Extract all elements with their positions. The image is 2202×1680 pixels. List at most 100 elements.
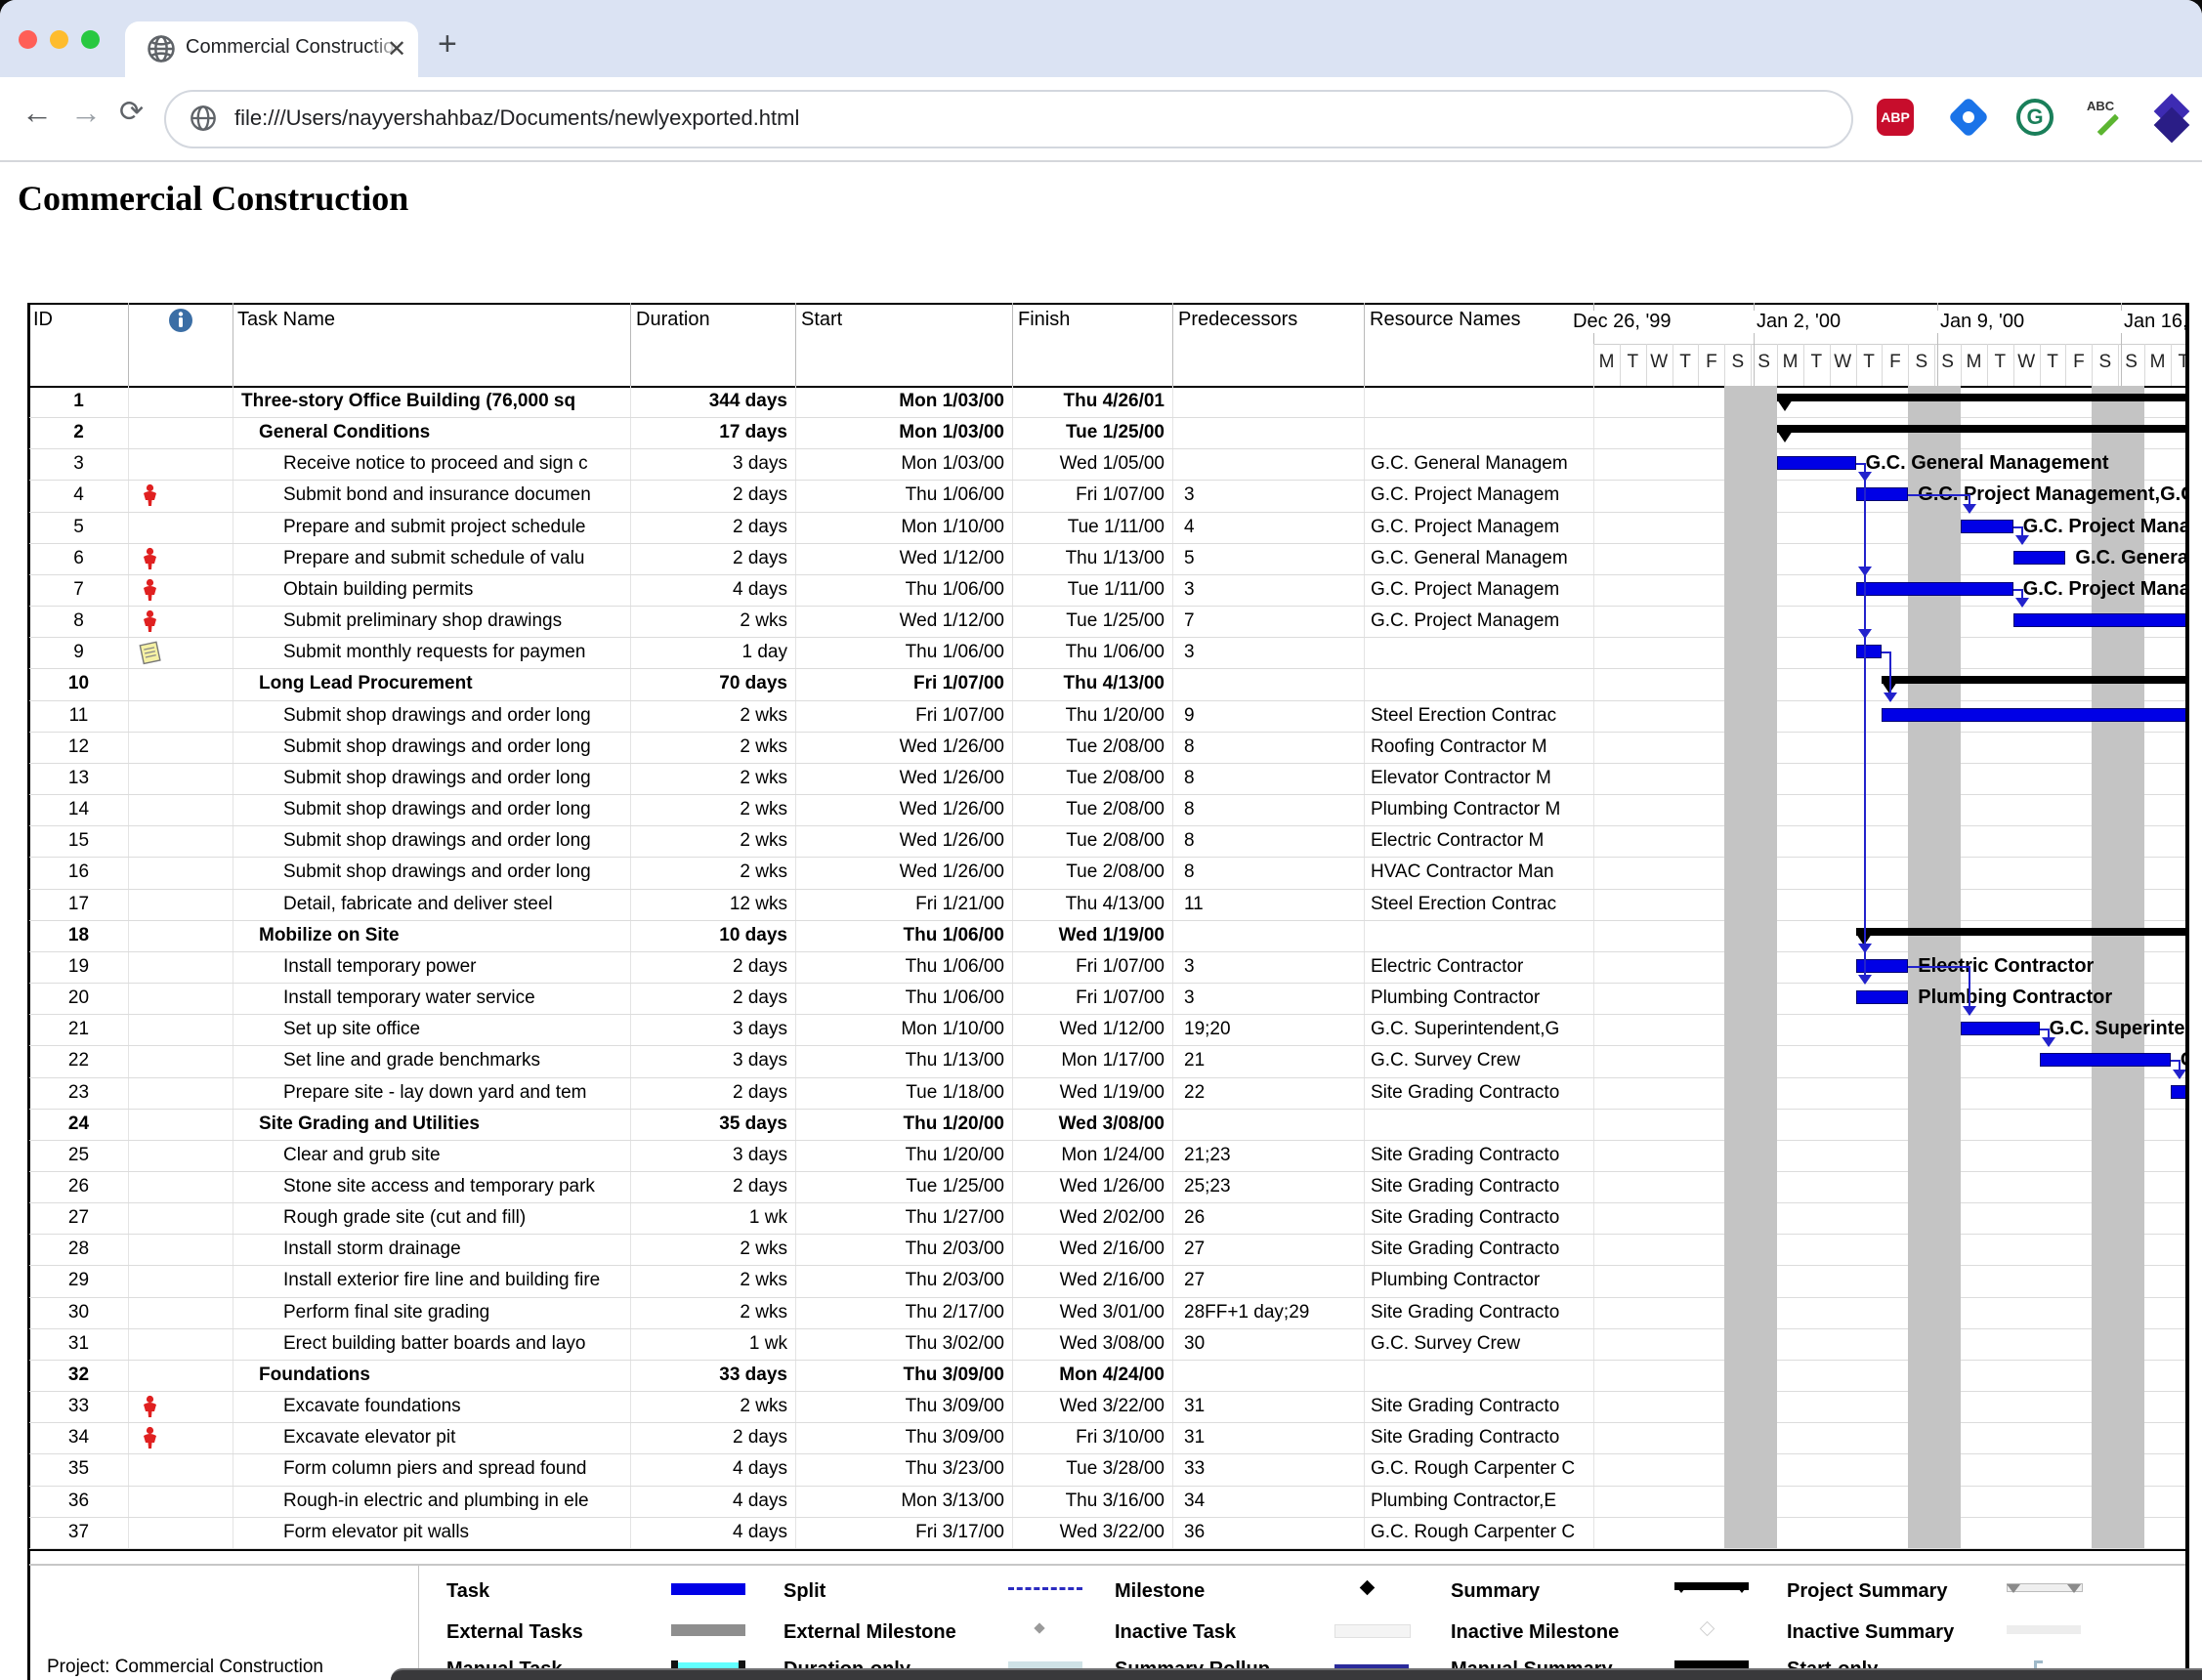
task-name: Receive notice to proceed and sign c <box>283 453 626 475</box>
resource-person-icon <box>142 609 158 633</box>
task-duration: 2 days <box>630 517 787 538</box>
day-letter: F <box>1882 352 1908 373</box>
task-bar[interactable] <box>1777 456 1856 470</box>
gantt-bar-label: G.C. General Management <box>2075 547 2185 569</box>
forward-icon[interactable]: → <box>70 95 102 131</box>
summary-start-triangle <box>1777 399 1793 411</box>
task-predecessors: 3 <box>1184 484 1362 506</box>
link-line <box>2171 1060 2179 1062</box>
task-predecessors: 25;23 <box>1184 1176 1362 1197</box>
back-icon[interactable]: ← <box>21 95 53 131</box>
url-text[interactable]: file:///Users/nayyershahbaz/Documents/ne… <box>234 105 799 131</box>
task-finish: Wed 2/02/00 <box>1012 1207 1165 1229</box>
task-id: 32 <box>29 1365 128 1386</box>
task-finish: Fri 3/10/00 <box>1012 1427 1165 1449</box>
reload-icon[interactable]: ⟳ <box>119 95 144 129</box>
task-bar[interactable] <box>1882 708 2185 722</box>
task-name: Install exterior fire line and building … <box>283 1270 626 1291</box>
legend-top-border <box>29 1564 2185 1566</box>
task-finish: Thu 3/16/00 <box>1012 1491 1165 1512</box>
legend-label-task: Task <box>446 1580 489 1603</box>
tab-close-icon[interactable]: ✕ <box>387 35 406 63</box>
link-line <box>2013 589 2021 591</box>
task-resources: Steel Erection Contrac <box>1371 705 1592 727</box>
week-label: Jan 2, '00 <box>1754 311 1843 333</box>
task-bar[interactable] <box>1856 645 1883 658</box>
task-duration: 4 days <box>630 1491 787 1512</box>
resource-person-icon <box>142 578 158 602</box>
task-start: Wed 1/12/00 <box>795 610 1004 632</box>
spellcheck-icon[interactable]: ABC <box>2087 99 2126 138</box>
task-start: Thu 2/17/00 <box>795 1302 1004 1323</box>
link-arrow-icon <box>1963 504 1976 514</box>
task-name: Stone site access and temporary park <box>283 1176 626 1197</box>
task-bar[interactable] <box>2013 551 2066 565</box>
column-separator <box>1172 303 1173 386</box>
legend-divider <box>418 1564 419 1680</box>
task-id: 4 <box>29 484 128 506</box>
note-icon <box>137 640 162 665</box>
task-start: Thu 1/20/00 <box>795 1145 1004 1166</box>
task-start: Wed 1/26/00 <box>795 799 1004 820</box>
task-duration: 2 wks <box>630 1302 787 1323</box>
task-id: 25 <box>29 1145 128 1166</box>
task-bar[interactable] <box>2171 1085 2185 1099</box>
zoom-window-button[interactable] <box>81 30 100 49</box>
task-id: 19 <box>29 956 128 978</box>
url-bar[interactable]: file:///Users/nayyershahbaz/Documents/ne… <box>164 90 1853 148</box>
task-bar[interactable] <box>1961 520 2013 533</box>
task-name: Erect building batter boards and layo <box>283 1333 626 1355</box>
task-predecessors: 31 <box>1184 1396 1362 1417</box>
task-name: Set line and grade benchmarks <box>283 1050 626 1071</box>
task-id: 20 <box>29 987 128 1009</box>
task-resources: G.C. Project Managem <box>1371 610 1592 632</box>
task-start: Wed 1/26/00 <box>795 736 1004 758</box>
close-window-button[interactable] <box>19 30 37 49</box>
task-duration: 33 days <box>630 1365 787 1386</box>
legend-swatch-milestone <box>1334 1578 1415 1600</box>
weekend-shading <box>1724 386 1777 1548</box>
grammarly-icon[interactable]: G <box>2016 99 2055 138</box>
adblock-plus-icon[interactable]: ABP <box>1877 99 1916 138</box>
task-predecessors: 11 <box>1184 894 1362 915</box>
browser-toolbar: ← → ⟳ file:///Users/nayyershahbaz/Docume… <box>0 77 2202 162</box>
browser-tab[interactable]: Commercial Construction Pag ✕ <box>125 21 418 77</box>
task-finish: Fri 1/07/00 <box>1012 484 1165 506</box>
task-bar[interactable] <box>1856 582 2013 596</box>
new-tab-button[interactable]: + <box>438 25 457 63</box>
task-bar[interactable] <box>1961 1022 2040 1035</box>
task-finish: Mon 4/24/00 <box>1012 1365 1165 1386</box>
link-line <box>2040 1029 2048 1030</box>
task-resources: HVAC Contractor Man <box>1371 861 1592 883</box>
day-letter: M <box>1777 352 1803 373</box>
legend-swatch-inactive-task <box>1334 1619 1415 1641</box>
task-resources: Plumbing Contractor <box>1371 987 1592 1009</box>
task-start: Thu 3/02/00 <box>795 1333 1004 1355</box>
task-predecessors: 8 <box>1184 861 1362 883</box>
task-name: Submit shop drawings and order long <box>283 799 626 820</box>
layers-extension-icon[interactable] <box>2153 99 2192 138</box>
task-name: Install temporary power <box>283 956 626 978</box>
task-id: 28 <box>29 1239 128 1260</box>
task-id: 30 <box>29 1302 128 1323</box>
task-name: Site Grading and Utilities <box>259 1113 626 1135</box>
resource-person-icon <box>142 1395 158 1418</box>
task-duration: 2 wks <box>630 610 787 632</box>
task-id: 29 <box>29 1270 128 1291</box>
task-start: Mon 1/10/00 <box>795 1019 1004 1040</box>
task-predecessors: 3 <box>1184 579 1362 601</box>
tag-extension-icon[interactable] <box>1950 99 1989 138</box>
task-duration: 2 wks <box>630 799 787 820</box>
task-start: Tue 1/18/00 <box>795 1082 1004 1104</box>
task-bar[interactable] <box>1856 990 1909 1004</box>
minimize-window-button[interactable] <box>50 30 68 49</box>
task-duration: 35 days <box>630 1113 787 1135</box>
task-name: Rough grade site (cut and fill) <box>283 1207 626 1229</box>
task-start: Wed 1/12/00 <box>795 548 1004 569</box>
task-bar[interactable] <box>2040 1053 2171 1067</box>
task-id: 13 <box>29 768 128 789</box>
task-bar[interactable] <box>2013 613 2185 627</box>
task-duration: 70 days <box>630 673 787 694</box>
task-finish: Wed 2/16/00 <box>1012 1239 1165 1260</box>
site-info-globe-icon[interactable] <box>190 105 217 132</box>
